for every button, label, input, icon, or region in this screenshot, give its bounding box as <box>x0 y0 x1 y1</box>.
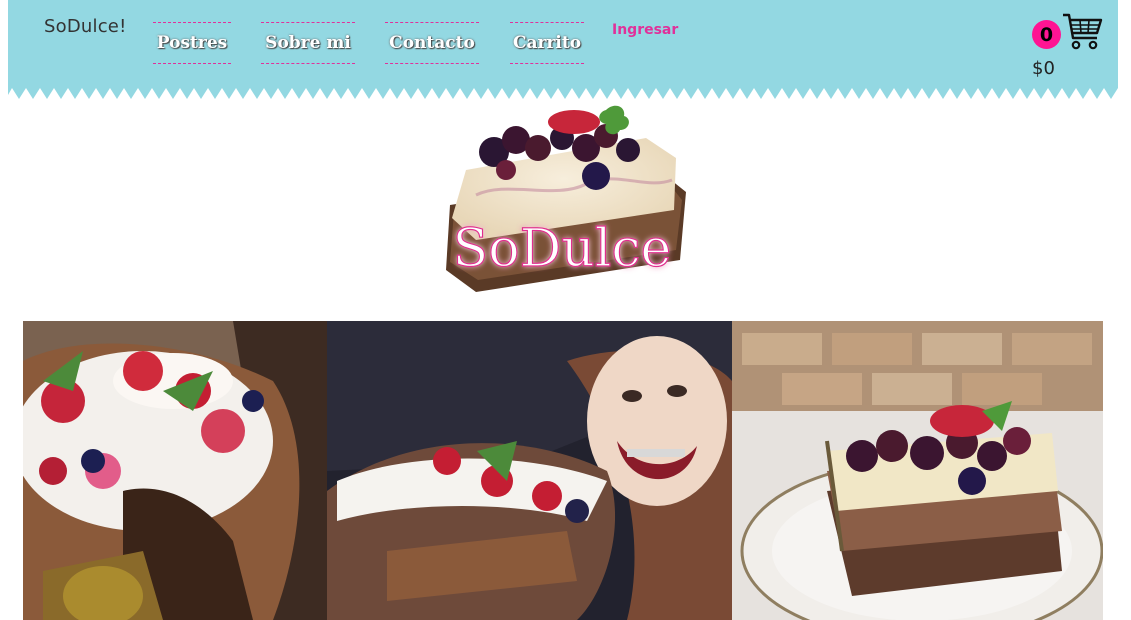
nav-carrito[interactable]: Carrito <box>510 22 584 64</box>
girl-with-cake-photo[interactable] <box>327 321 732 620</box>
cart-count-badge: 0 <box>1032 20 1061 49</box>
login-link[interactable]: Ingresar <box>612 22 678 38</box>
nav-postres[interactable]: Postres <box>153 22 231 64</box>
brand-name[interactable]: SoDulce! <box>44 16 127 37</box>
cart-total: $0 <box>1032 58 1055 79</box>
logo-text: SoDulce <box>453 219 672 279</box>
shopping-cart-icon[interactable] <box>1061 12 1103 52</box>
cheesecake-slice-photo[interactable] <box>732 321 1103 620</box>
berry-pavlova-photo[interactable] <box>23 321 327 620</box>
photo-gallery <box>23 321 1103 620</box>
nav-contacto[interactable]: Contacto <box>385 22 479 64</box>
site-header: SoDulce! Postres Sobre mi Contacto Carri… <box>8 0 1118 100</box>
nav-sobre-mi[interactable]: Sobre mi <box>261 22 355 64</box>
sodulce-logo: SoDulce <box>446 105 686 292</box>
